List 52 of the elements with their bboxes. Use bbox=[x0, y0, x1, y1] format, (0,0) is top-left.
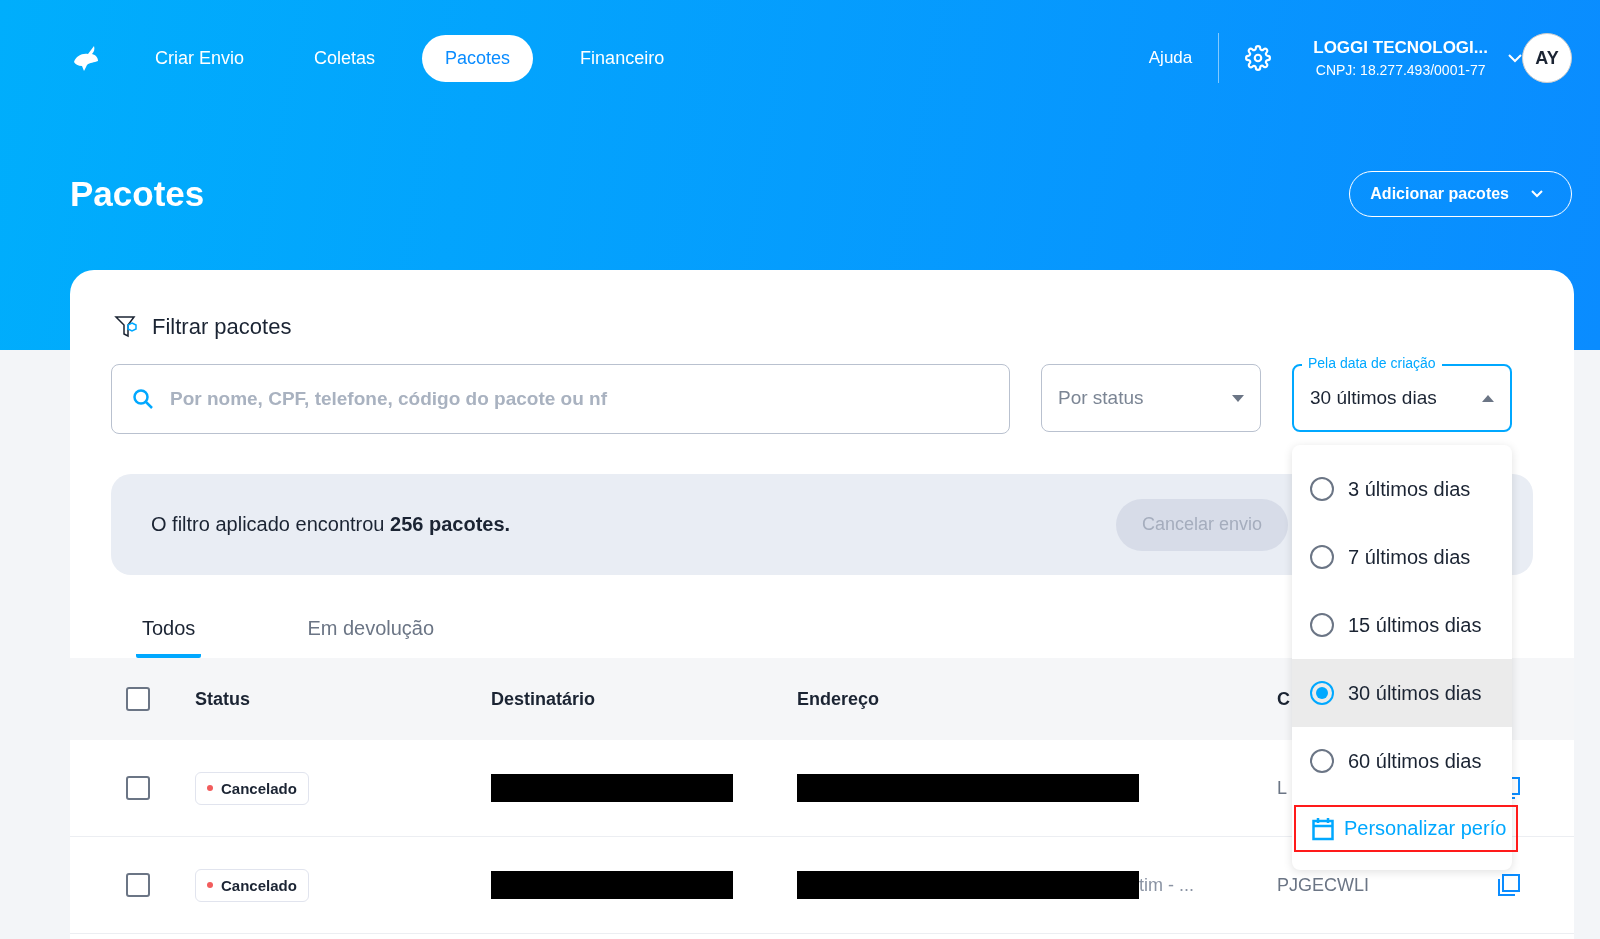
row-checkbox[interactable] bbox=[126, 873, 150, 897]
help-link[interactable]: Ajuda bbox=[1148, 48, 1193, 68]
radio-button[interactable] bbox=[1310, 749, 1334, 773]
caret-down-icon bbox=[1232, 394, 1244, 402]
select-all-checkbox[interactable] bbox=[126, 687, 150, 711]
date-option[interactable]: 7 últimos dias bbox=[1292, 523, 1512, 591]
settings-icon[interactable] bbox=[1245, 45, 1272, 71]
row-checkbox[interactable] bbox=[126, 776, 150, 800]
date-option[interactable]: 15 últimos dias bbox=[1292, 591, 1512, 659]
user-avatar[interactable]: AY bbox=[1522, 33, 1572, 83]
column-header: Destinatário bbox=[491, 688, 596, 710]
search-field[interactable]: Por nome, CPF, telefone, código do pacote ou nf bbox=[111, 364, 1010, 434]
company-cnpj: CNPJ: 18.277.493/0001-77 bbox=[1315, 62, 1486, 78]
result-text: O filtro aplicado encontrou 256 pacotes. bbox=[151, 513, 511, 536]
option-label: 30 últimos dias bbox=[1348, 681, 1482, 705]
option-label: 60 últimos dias bbox=[1348, 749, 1482, 773]
radio-button[interactable] bbox=[1310, 681, 1334, 705]
calendar-icon bbox=[1312, 816, 1334, 841]
radio-button[interactable] bbox=[1310, 545, 1334, 569]
nav-link[interactable]: Financeiro bbox=[557, 34, 688, 82]
date-select-label: Pela data de criação bbox=[1302, 355, 1442, 371]
radio-button[interactable] bbox=[1310, 613, 1334, 637]
copy-icon[interactable] bbox=[1497, 873, 1521, 897]
caret-up-icon bbox=[1482, 394, 1494, 402]
option-label: 3 últimos dias bbox=[1348, 477, 1471, 501]
filter-box-icon bbox=[114, 314, 140, 340]
search-icon bbox=[132, 388, 154, 410]
nav-link[interactable]: Pacotes bbox=[422, 34, 534, 82]
nav-link[interactable]: Criar Envio bbox=[132, 34, 268, 82]
custom-period-link[interactable]: Personalizar perío bbox=[1294, 805, 1518, 852]
page-title: Pacotes bbox=[70, 174, 205, 214]
date-option[interactable]: 3 últimos dias bbox=[1292, 455, 1512, 523]
column-header: C bbox=[1277, 688, 1290, 710]
date-option[interactable]: 30 últimos dias bbox=[1292, 659, 1512, 727]
table-cell: L bbox=[1277, 777, 1287, 799]
chevron-down-icon bbox=[1531, 190, 1543, 198]
tab[interactable]: Em devolução bbox=[301, 613, 441, 658]
nav-link[interactable]: Coletas bbox=[291, 34, 399, 82]
option-label: 7 últimos dias bbox=[1348, 545, 1471, 569]
table-cell: PJGECWLI bbox=[1277, 874, 1369, 896]
date-option[interactable]: 60 últimos dias bbox=[1292, 727, 1512, 795]
company-name: LOGGI TECNOLOGI... bbox=[1313, 38, 1488, 58]
column-header: Endereço bbox=[797, 688, 880, 710]
table-cell: tim - ... bbox=[1139, 874, 1194, 896]
radio-button[interactable] bbox=[1310, 477, 1334, 501]
filter-title: Filtrar pacotes bbox=[152, 314, 292, 340]
chevron-down-icon[interactable] bbox=[1508, 53, 1522, 63]
option-label: 15 últimos dias bbox=[1348, 613, 1482, 637]
column-header: Status bbox=[195, 688, 250, 710]
status-badge: Cancelado bbox=[195, 771, 309, 805]
status-select[interactable]: Por status bbox=[1041, 364, 1261, 432]
status-badge: Cancelado bbox=[195, 868, 309, 902]
